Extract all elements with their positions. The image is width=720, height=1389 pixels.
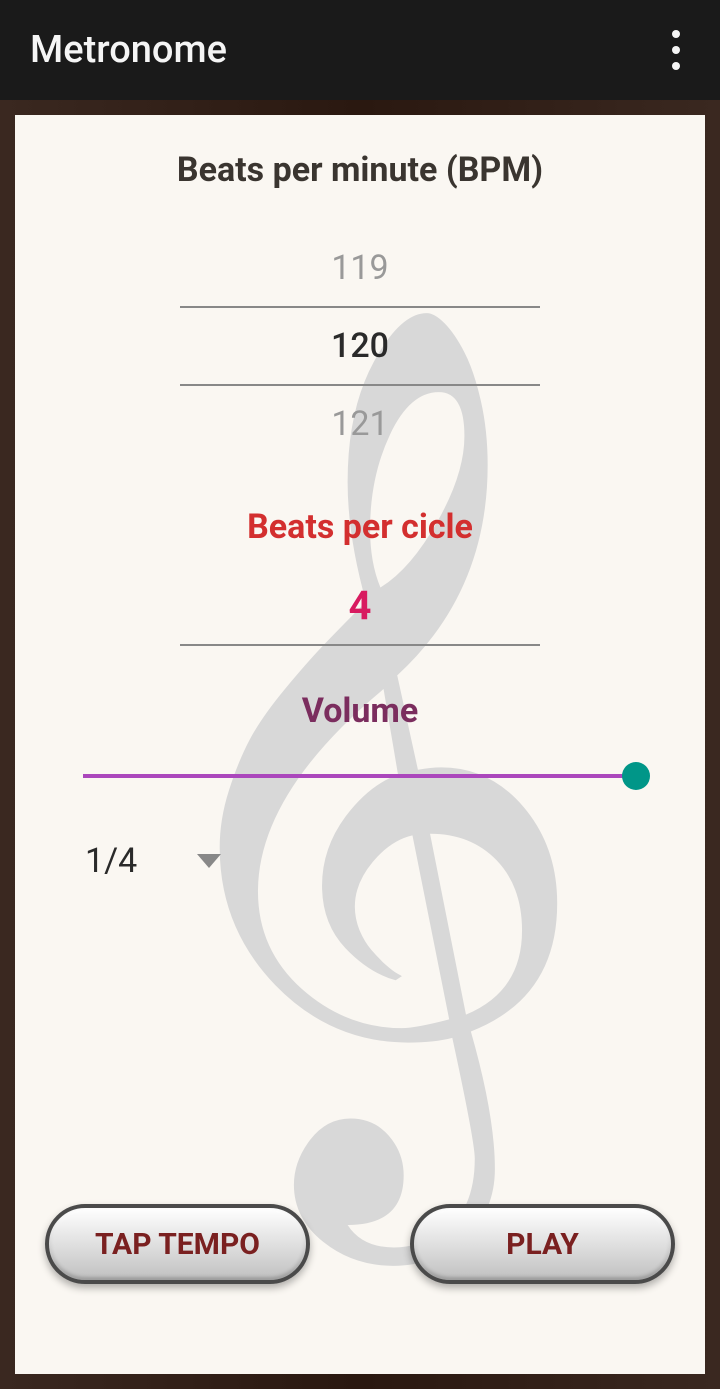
cycle-value-input[interactable]: 4	[180, 582, 540, 646]
bpm-label: Beats per minute (BPM)	[45, 150, 675, 190]
app-header: Metronome	[0, 0, 720, 100]
main-content: 𝄞 Beats per minute (BPM) 119 120 121 Bea…	[15, 115, 705, 1374]
slider-track	[83, 774, 638, 778]
more-options-icon[interactable]	[662, 20, 690, 80]
volume-label: Volume	[45, 691, 675, 731]
play-button[interactable]: PLAY	[410, 1204, 675, 1284]
time-signature-dropdown[interactable]: 1/4	[85, 841, 675, 881]
app-title: Metronome	[30, 28, 227, 72]
bpm-prev-value[interactable]: 119	[180, 230, 540, 308]
bpm-picker[interactable]: 119 120 121	[180, 230, 540, 462]
button-row: TAP TEMPO PLAY	[45, 1204, 675, 1284]
bpm-next-value[interactable]: 121	[180, 386, 540, 462]
slider-thumb[interactable]	[622, 762, 650, 790]
chevron-down-icon	[197, 854, 221, 868]
tap-tempo-button[interactable]: TAP TEMPO	[45, 1204, 310, 1284]
volume-slider[interactable]	[83, 761, 638, 791]
time-signature-value: 1/4	[85, 841, 137, 881]
cycle-label: Beats per cicle	[45, 507, 675, 547]
bpm-current-value[interactable]: 120	[180, 308, 540, 386]
app-frame: 𝄞 Beats per minute (BPM) 119 120 121 Bea…	[0, 100, 720, 1389]
